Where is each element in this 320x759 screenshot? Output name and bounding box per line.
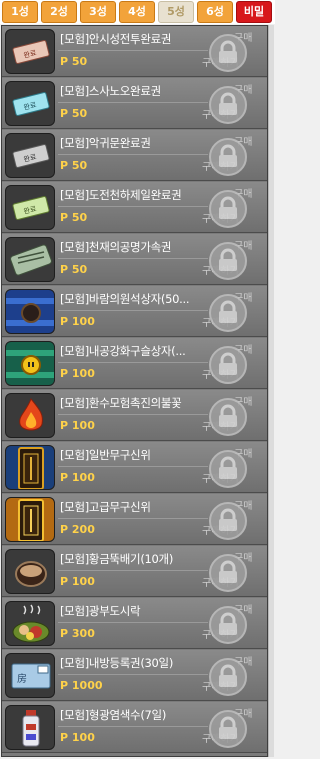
ticket-icon: 완료 (5, 185, 55, 230)
item-price: P 50 (60, 263, 88, 276)
divider (58, 466, 208, 467)
shop-item-row[interactable]: 완료 [모험]악귀문완료권 P 50 구매하기 구매 (2, 130, 267, 181)
bowl-icon (5, 549, 55, 594)
shop-item-row[interactable]: [모험]천재의공명가속권 P 50 구매하기 구매 (2, 234, 267, 285)
item-price: P 100 (60, 419, 95, 432)
divider (58, 258, 208, 259)
divider (58, 50, 208, 51)
divider (58, 518, 208, 519)
flame-icon (5, 393, 55, 438)
tablet-icon (5, 445, 55, 490)
lock-icon[interactable] (207, 136, 249, 178)
divider (58, 414, 208, 415)
item-price: P 100 (60, 315, 95, 328)
divider (58, 362, 208, 363)
divider (58, 102, 208, 103)
item-price: P 50 (60, 211, 88, 224)
scrollbar[interactable] (268, 25, 274, 757)
lock-icon[interactable] (207, 344, 249, 386)
divider (58, 154, 208, 155)
divider (58, 310, 208, 311)
item-price: P 300 (60, 627, 95, 640)
lock-icon[interactable] (207, 396, 249, 438)
shop-item-row[interactable]: [모험]형광염색수(7일) P 100 구매하기 구매 (2, 702, 267, 753)
shop-item-row[interactable]: [모험]광부도시락 P 300 구매하기 구매 (2, 598, 267, 649)
tab-grade-4[interactable]: 4성 (119, 1, 155, 23)
item-name: [모험]도전천하제일완료권 (60, 188, 182, 202)
item-price: P 100 (60, 367, 95, 380)
item-name: [모험]황금뚝배기(10개) (60, 552, 174, 566)
item-name: [모험]안시성전투완료권 (60, 32, 172, 46)
divider (58, 206, 208, 207)
shop-item-row[interactable]: [모험]일반무구신위 P 100 구매하기 구매 (2, 442, 267, 493)
item-price: P 50 (60, 159, 88, 172)
item-name: [모험]내공강화구슬상자(... (60, 344, 186, 358)
lock-icon[interactable] (207, 500, 249, 542)
item-price: P 50 (60, 55, 88, 68)
shop-item-row[interactable]: 완료 [모험]안시성전투완료권 P 50 구매하기 구매 (2, 26, 267, 77)
lock-icon[interactable] (207, 708, 249, 750)
shop-item-row[interactable]: [모험]환수모험촉진의불꽃 P 100 구매하기 구매 (2, 390, 267, 441)
lock-icon[interactable] (207, 240, 249, 282)
divider (58, 726, 208, 727)
divider (58, 622, 208, 623)
tab-grade-6[interactable]: 6성 (197, 1, 233, 23)
ticket-icon: 완료 (5, 81, 55, 126)
item-name: [모험]형광염색수(7일) (60, 708, 167, 722)
shop-item-row[interactable]: 완료 [모험]스사노오완료권 P 50 구매하기 구매 (2, 78, 267, 129)
item-name: [모험]스사노오완료권 (60, 84, 161, 98)
treasure-box-icon (5, 289, 55, 334)
shop-item-row[interactable]: 완료 [모험]도전천하제일완료권 P 50 구매하기 구매 (2, 182, 267, 233)
room-ticket-icon: 房 (5, 653, 55, 698)
dye-bottle-icon (5, 705, 55, 750)
lock-icon[interactable] (207, 448, 249, 490)
tablet-icon (5, 497, 55, 542)
lock-icon[interactable] (207, 84, 249, 126)
item-name: [모험]환수모험촉진의불꽃 (60, 396, 182, 410)
shop-item-row[interactable]: [모험]바람의원석상자(50... P 100 구매하기 구매 (2, 286, 267, 337)
lock-icon[interactable] (207, 32, 249, 74)
item-price: P 100 (60, 471, 95, 484)
tab-grade-5[interactable]: 5성 (158, 1, 194, 23)
shop-item-list: 완료 [모험]안시성전투완료권 P 50 구매하기 구매 완료 [모험]스사노오… (1, 25, 268, 757)
shop-item-row[interactable]: [모험]고급무구신위 P 200 구매하기 구매 (2, 494, 267, 545)
item-price: P 200 (60, 523, 95, 536)
item-name: [모험]일반무구신위 (60, 448, 151, 462)
tab-grade-1[interactable]: 1성 (2, 1, 38, 23)
item-name: [모험]천재의공명가속권 (60, 240, 172, 254)
ticket-icon: 완료 (5, 133, 55, 178)
lock-icon[interactable] (207, 552, 249, 594)
tab-grade-3[interactable]: 3성 (80, 1, 116, 23)
lock-icon[interactable] (207, 292, 249, 334)
lunchbox-icon (5, 601, 55, 646)
grade-tab-bar: 1성 2성 3성 4성 5성 6성 비밀 (0, 0, 275, 24)
item-price: P 50 (60, 107, 88, 120)
shop-item-row[interactable]: [모험]황금뚝배기(10개) P 100 구매하기 구매 (2, 546, 267, 597)
item-name: [모험]내방등록권(30일) (60, 656, 174, 670)
orb-box-icon (5, 341, 55, 386)
shop-item-row[interactable]: [모험]내공강화구슬상자(... P 100 구매하기 구매 (2, 338, 267, 389)
item-price: P 100 (60, 731, 95, 744)
item-name: [모험]악귀문완료권 (60, 136, 151, 150)
ticket-icon: 완료 (5, 29, 55, 74)
scroll-icon (5, 237, 55, 282)
tab-grade-2[interactable]: 2성 (41, 1, 77, 23)
tab-secret[interactable]: 비밀 (236, 1, 272, 23)
item-name: [모험]고급무구신위 (60, 500, 151, 514)
item-price: P 1000 (60, 679, 103, 692)
divider (58, 674, 208, 675)
lock-icon[interactable] (207, 604, 249, 646)
shop-item-row[interactable]: 房 [모험]내방등록권(30일) P 1000 구매하기 구매 (2, 650, 267, 701)
lock-icon[interactable] (207, 188, 249, 230)
divider (58, 570, 208, 571)
svg-text:房: 房 (17, 672, 27, 685)
item-name: [모험]광부도시락 (60, 604, 141, 618)
item-price: P 100 (60, 575, 95, 588)
item-name: [모험]바람의원석상자(50... (60, 292, 190, 306)
lock-icon[interactable] (207, 656, 249, 698)
